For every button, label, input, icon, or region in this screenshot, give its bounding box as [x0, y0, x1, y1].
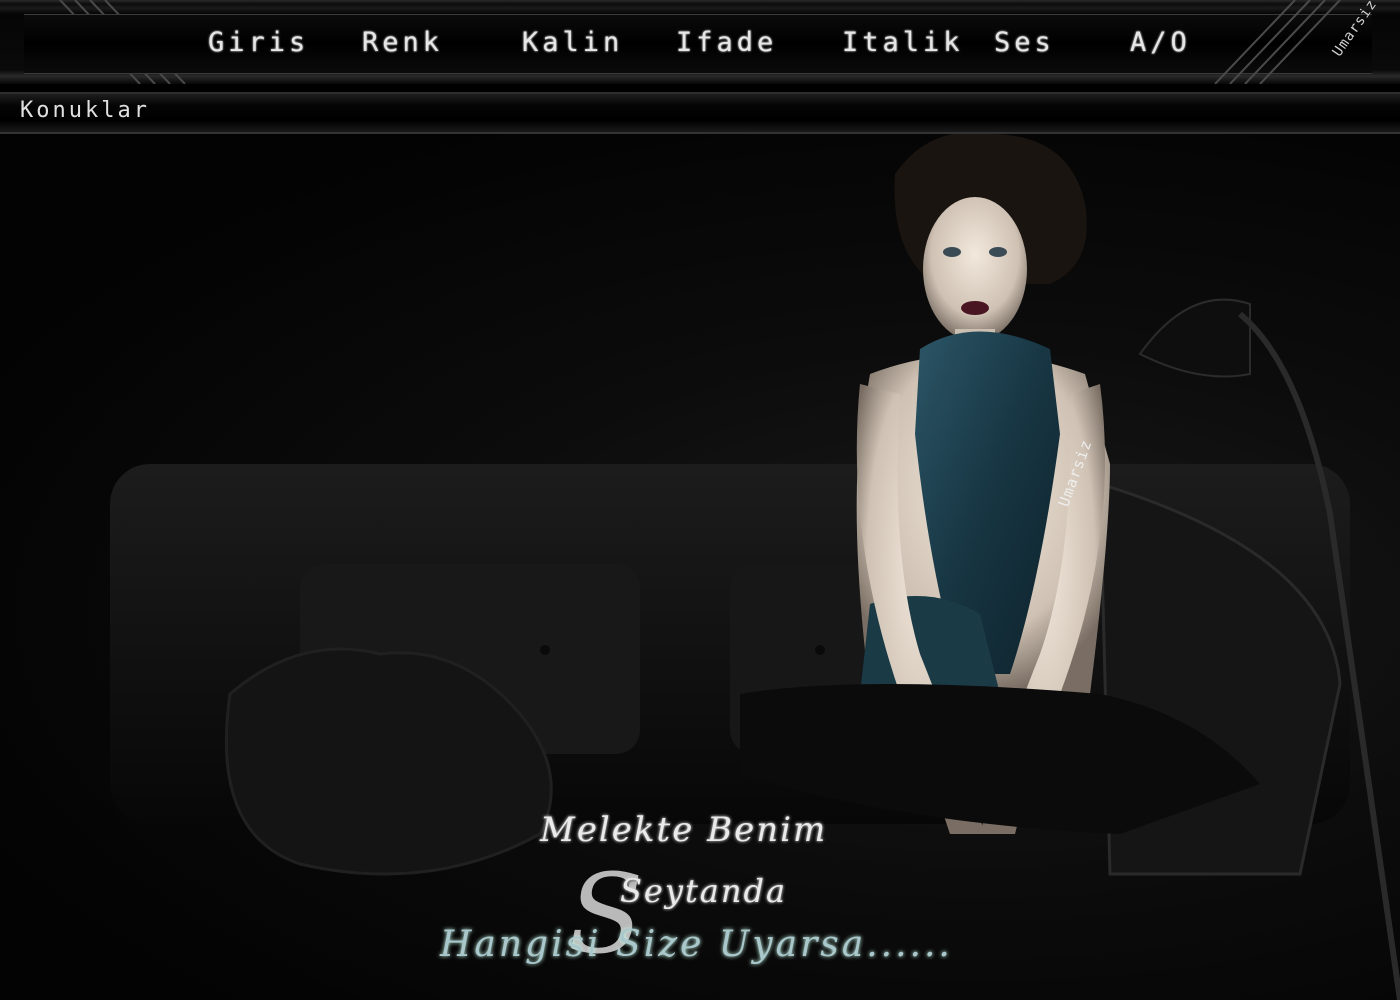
menu-item-ses[interactable]: Ses	[994, 26, 1055, 60]
menu-item-italik[interactable]: Italik	[842, 26, 964, 60]
background-scene: Umarsiz Melekte Benim S Seytanda Hangisi…	[0, 134, 1400, 1000]
caption-line-3: Hangisi Size Uyarsa......	[440, 924, 953, 965]
caption-line-1: Melekte Benim	[540, 810, 828, 850]
menu-item-ifade[interactable]: Ifade	[676, 26, 777, 60]
menu-item-renk[interactable]: Renk	[362, 26, 443, 60]
top-menu-bar: Giris Renk Kalin Ifade Italik Ses A/O Um…	[0, 0, 1400, 84]
menu-item-kalin[interactable]: Kalin	[522, 26, 623, 60]
guests-link[interactable]: Konuklar	[20, 98, 150, 123]
scene-illustration	[110, 134, 1400, 1000]
caption-line-2: Seytanda	[620, 872, 788, 910]
menu-item-giris[interactable]: Giris	[208, 26, 309, 60]
guests-bar: Konuklar	[0, 92, 1400, 134]
menu-item-ao[interactable]: A/O	[1130, 26, 1191, 60]
